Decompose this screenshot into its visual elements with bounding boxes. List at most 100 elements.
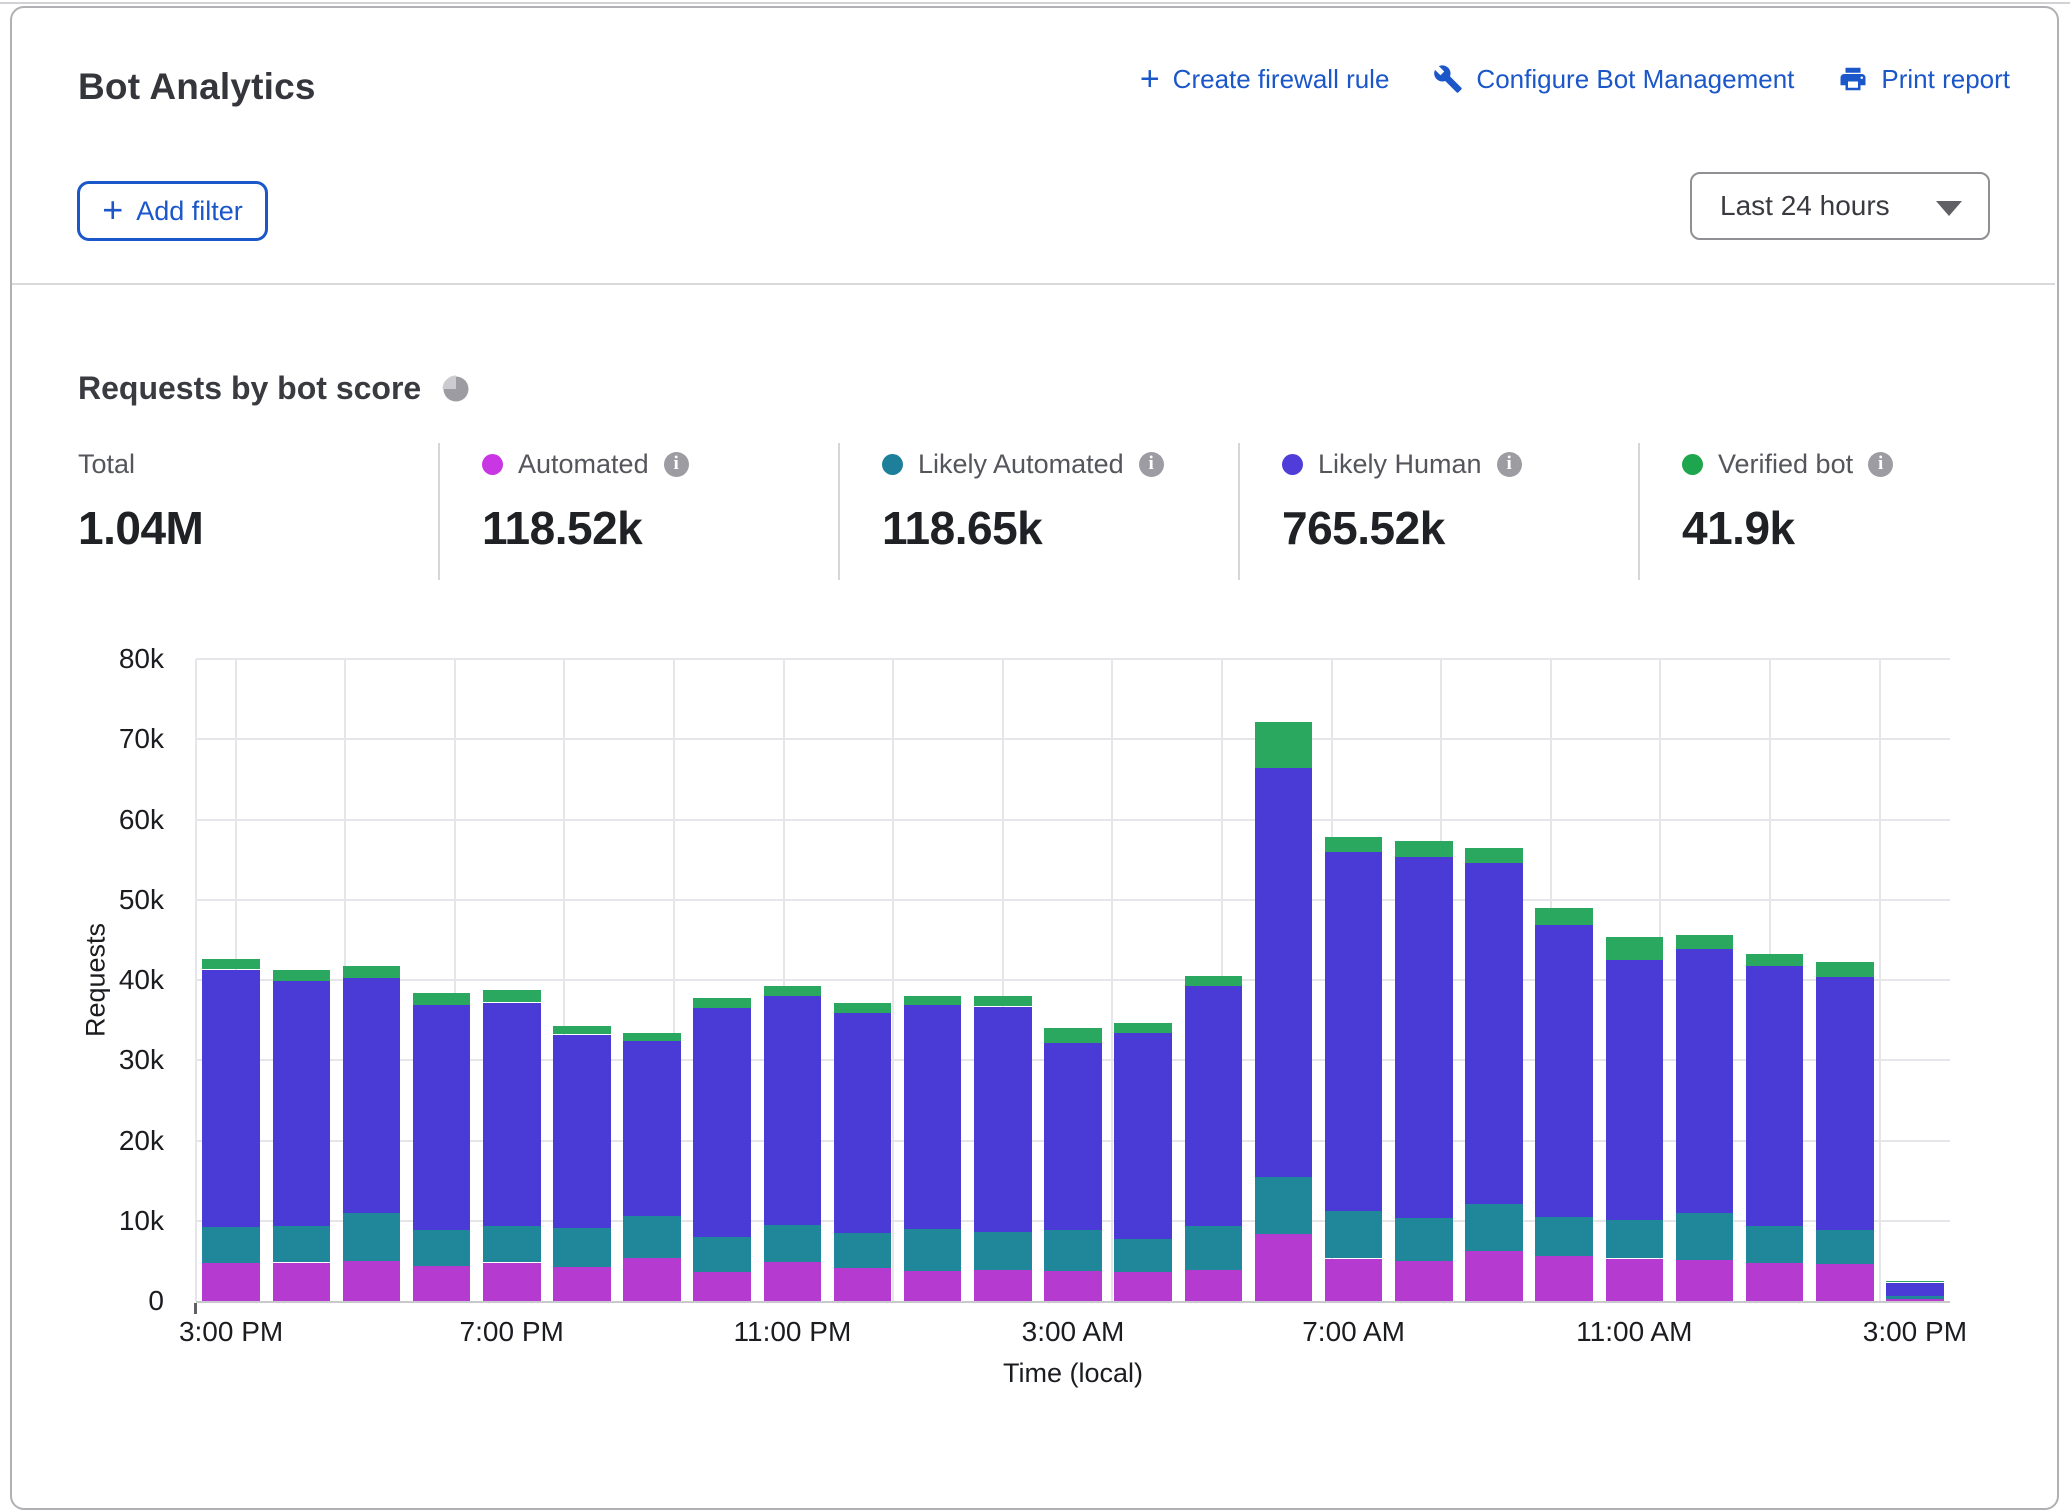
bar-segment-likely-human[interactable] (1185, 986, 1243, 1226)
bar-segment-verified-bot[interactable] (343, 966, 401, 978)
bar-segment-automated[interactable] (1886, 1299, 1944, 1301)
bar-segment-likely-automated[interactable] (1535, 1217, 1593, 1256)
bar-segment-likely-human[interactable] (1676, 949, 1734, 1213)
bar-segment-likely-automated[interactable] (553, 1228, 611, 1267)
bar-segment-verified-bot[interactable] (1465, 848, 1523, 863)
bar-segment-likely-automated[interactable] (1114, 1239, 1172, 1272)
bar-segment-verified-bot[interactable] (1185, 976, 1243, 986)
bar-segment-verified-bot[interactable] (273, 970, 331, 980)
bar-segment-likely-human[interactable] (553, 1035, 611, 1228)
bar-segment-likely-automated[interactable] (1465, 1204, 1523, 1251)
bar-segment-verified-bot[interactable] (1044, 1028, 1102, 1043)
bar-segment-automated[interactable] (1746, 1263, 1804, 1301)
bar-segment-likely-automated[interactable] (1676, 1213, 1734, 1260)
bar-segment-likely-human[interactable] (1044, 1043, 1102, 1229)
bar-segment-verified-bot[interactable] (1746, 954, 1804, 967)
bar-segment-likely-automated[interactable] (764, 1225, 822, 1262)
bar-segment-automated[interactable] (1325, 1259, 1383, 1302)
bar-segment-automated[interactable] (1535, 1256, 1593, 1301)
bar-segment-verified-bot[interactable] (553, 1026, 611, 1035)
bar-segment-verified-bot[interactable] (1325, 837, 1383, 851)
bar-segment-automated[interactable] (1465, 1251, 1523, 1301)
bar-segment-likely-automated[interactable] (1606, 1220, 1664, 1259)
bar-segment-automated[interactable] (413, 1266, 471, 1301)
bar-segment-likely-automated[interactable] (1044, 1230, 1102, 1272)
bar-segment-automated[interactable] (483, 1263, 541, 1302)
bar-segment-likely-human[interactable] (693, 1008, 751, 1237)
bar-segment-verified-bot[interactable] (413, 993, 471, 1005)
bar-segment-automated[interactable] (623, 1258, 681, 1301)
bar-segment-verified-bot[interactable] (483, 990, 541, 1003)
bar-segment-verified-bot[interactable] (904, 996, 962, 1005)
bar-segment-likely-human[interactable] (904, 1005, 962, 1229)
bar-segment-automated[interactable] (202, 1263, 260, 1301)
bar-segment-verified-bot[interactable] (974, 996, 1032, 1006)
bar-segment-likely-automated[interactable] (413, 1230, 471, 1265)
bar-segment-automated[interactable] (1255, 1234, 1313, 1301)
bar-segment-automated[interactable] (273, 1263, 331, 1302)
bar-segment-automated[interactable] (1676, 1260, 1734, 1301)
bar-segment-verified-bot[interactable] (693, 998, 751, 1008)
bar-segment-likely-human[interactable] (1606, 960, 1664, 1220)
bar-segment-likely-human[interactable] (413, 1005, 471, 1231)
bar-segment-automated[interactable] (693, 1272, 751, 1301)
bar-segment-likely-automated[interactable] (1325, 1211, 1383, 1258)
bar-segment-likely-human[interactable] (1535, 925, 1593, 1216)
bar-segment-automated[interactable] (1816, 1264, 1874, 1301)
bar-segment-likely-human[interactable] (834, 1013, 892, 1233)
bar-segment-likely-human[interactable] (202, 970, 260, 1228)
bar-segment-likely-human[interactable] (764, 996, 822, 1225)
bar-segment-likely-human[interactable] (273, 981, 331, 1227)
bar-segment-likely-automated[interactable] (343, 1213, 401, 1261)
bar-segment-likely-automated[interactable] (202, 1227, 260, 1263)
bar-segment-verified-bot[interactable] (1535, 908, 1593, 926)
bar-segment-automated[interactable] (553, 1267, 611, 1302)
bar-segment-likely-human[interactable] (1746, 966, 1804, 1226)
bar-segment-likely-automated[interactable] (1886, 1296, 1944, 1298)
bar-segment-likely-human[interactable] (1114, 1033, 1172, 1239)
bar-segment-likely-automated[interactable] (974, 1232, 1032, 1270)
bar-segment-likely-automated[interactable] (1395, 1218, 1453, 1261)
bar-segment-verified-bot[interactable] (1395, 841, 1453, 857)
bar-segment-automated[interactable] (1606, 1259, 1664, 1302)
bar-segment-automated[interactable] (1114, 1272, 1172, 1301)
bar-segment-likely-human[interactable] (343, 978, 401, 1212)
bar-segment-likely-human[interactable] (483, 1003, 541, 1227)
bar-segment-likely-automated[interactable] (1255, 1177, 1313, 1234)
bar-segment-verified-bot[interactable] (1676, 935, 1734, 949)
bar-segment-likely-human[interactable] (974, 1007, 1032, 1233)
bar-segment-automated[interactable] (1044, 1271, 1102, 1301)
bar-segment-automated[interactable] (834, 1268, 892, 1301)
bar-segment-likely-human[interactable] (1255, 768, 1313, 1177)
bar-segment-likely-human[interactable] (1886, 1283, 1944, 1297)
bar-segment-likely-automated[interactable] (483, 1226, 541, 1262)
bar-segment-verified-bot[interactable] (764, 986, 822, 996)
bar-segment-likely-automated[interactable] (904, 1229, 962, 1272)
bar-segment-likely-automated[interactable] (1816, 1230, 1874, 1265)
bar-segment-likely-human[interactable] (1816, 977, 1874, 1230)
bar-segment-verified-bot[interactable] (623, 1033, 681, 1041)
bar-segment-likely-human[interactable] (1395, 857, 1453, 1218)
bar-segment-likely-human[interactable] (1465, 863, 1523, 1204)
bar-segment-likely-human[interactable] (623, 1041, 681, 1216)
bar-segment-verified-bot[interactable] (834, 1003, 892, 1013)
bar-segment-likely-human[interactable] (1325, 852, 1383, 1212)
bar-segment-automated[interactable] (974, 1270, 1032, 1301)
bar-segment-automated[interactable] (1395, 1261, 1453, 1301)
bar-segment-verified-bot[interactable] (1114, 1023, 1172, 1033)
bar-segment-likely-automated[interactable] (623, 1216, 681, 1258)
bar-segment-verified-bot[interactable] (202, 959, 260, 969)
bar-segment-automated[interactable] (764, 1262, 822, 1301)
bar-segment-automated[interactable] (904, 1271, 962, 1301)
bar-segment-likely-automated[interactable] (1746, 1226, 1804, 1263)
bar-segment-likely-automated[interactable] (1185, 1226, 1243, 1269)
bar-segment-likely-automated[interactable] (834, 1233, 892, 1268)
bar-segment-likely-automated[interactable] (693, 1237, 751, 1272)
bar-segment-verified-bot[interactable] (1816, 962, 1874, 977)
bar-segment-verified-bot[interactable] (1606, 937, 1664, 960)
bar-segment-verified-bot[interactable] (1255, 722, 1313, 769)
bar-segment-automated[interactable] (343, 1261, 401, 1301)
bar-segment-verified-bot[interactable] (1886, 1281, 1944, 1283)
bar-segment-automated[interactable] (1185, 1270, 1243, 1301)
bar-segment-likely-automated[interactable] (273, 1226, 331, 1262)
